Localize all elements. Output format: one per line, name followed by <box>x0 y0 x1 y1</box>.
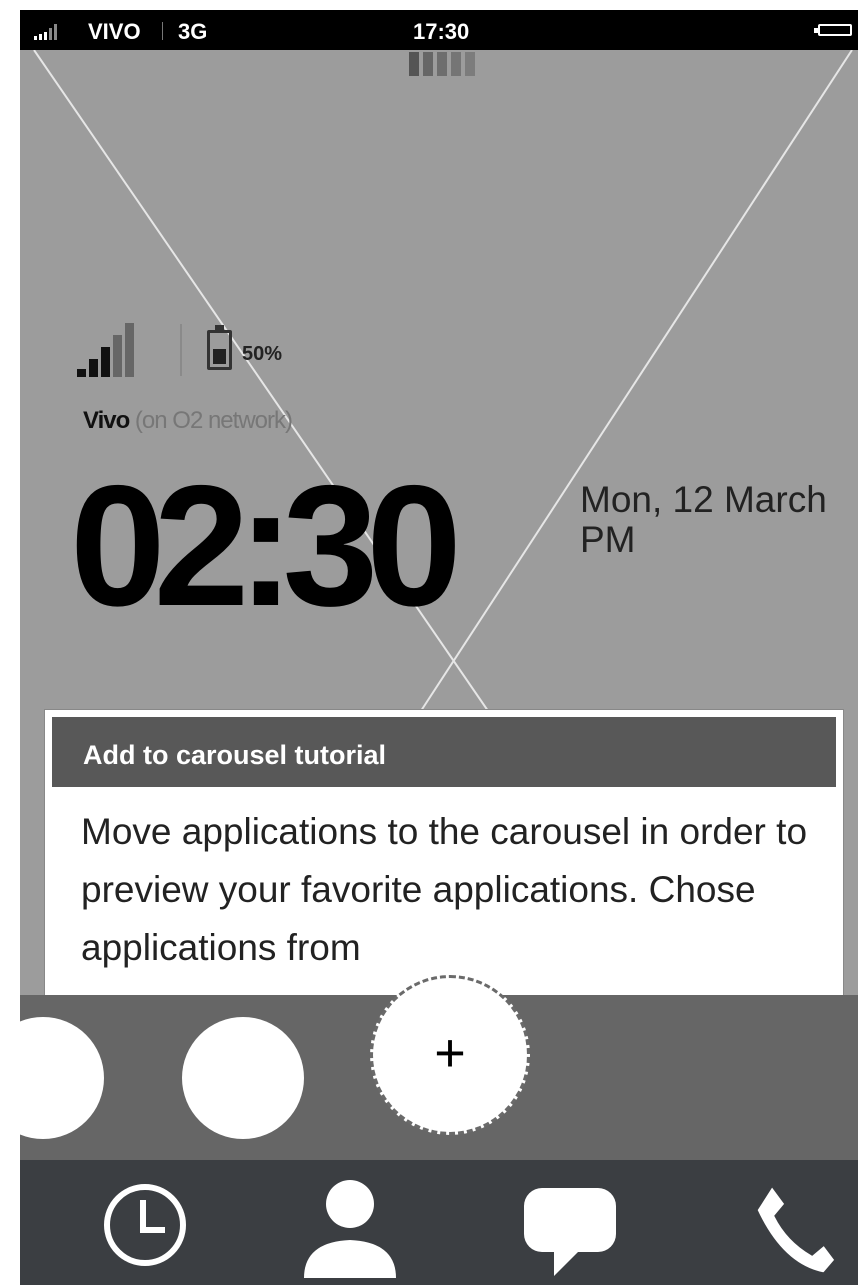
contact-icon <box>304 1180 396 1278</box>
battery-percent: 50% <box>242 343 283 365</box>
tutorial-body: Move applications to the carousel in ord… <box>81 811 808 968</box>
battery-icon <box>207 325 232 370</box>
date-text: Mon, 12 March <box>580 479 827 520</box>
carrier-name-large: Vivo <box>83 407 130 434</box>
tab-bar <box>20 1160 858 1285</box>
phone-icon <box>754 1182 838 1276</box>
ampm-text: PM <box>580 519 636 560</box>
phone-screen: VIVO 3G 17:30 50% Vivo (on O2 network) 0… <box>20 10 858 1285</box>
carousel-slot[interactable] <box>20 1017 104 1139</box>
network-note: (on O2 network) <box>134 407 293 434</box>
add-to-carousel-button[interactable]: + <box>370 975 530 1135</box>
status-bar: VIVO 3G 17:30 <box>20 10 858 50</box>
date-block: Mon, 12 March PM <box>580 480 827 560</box>
tab-phone[interactable] <box>732 1170 852 1280</box>
status-divider <box>162 22 163 40</box>
network-type: 3G <box>178 19 208 44</box>
tutorial-title: Add to carousel tutorial <box>52 717 836 787</box>
placeholder-line-b <box>401 50 853 741</box>
battery-icon <box>814 24 852 36</box>
tab-clock[interactable] <box>85 1170 205 1280</box>
signal-bars-icon <box>77 322 157 377</box>
carousel-slot[interactable] <box>182 1017 304 1139</box>
lock-clock: 02:30 <box>70 450 462 642</box>
carrier-line: Vivo (on O2 network) <box>83 407 293 435</box>
status-divider <box>180 324 182 376</box>
clock-icon <box>104 1184 186 1266</box>
tab-messages[interactable] <box>510 1170 630 1280</box>
add-icon: + <box>434 1023 466 1083</box>
status-time: 17:30 <box>413 19 470 44</box>
carrier-name: VIVO <box>88 19 141 44</box>
tab-contacts[interactable] <box>290 1170 410 1280</box>
message-icon <box>524 1188 616 1276</box>
